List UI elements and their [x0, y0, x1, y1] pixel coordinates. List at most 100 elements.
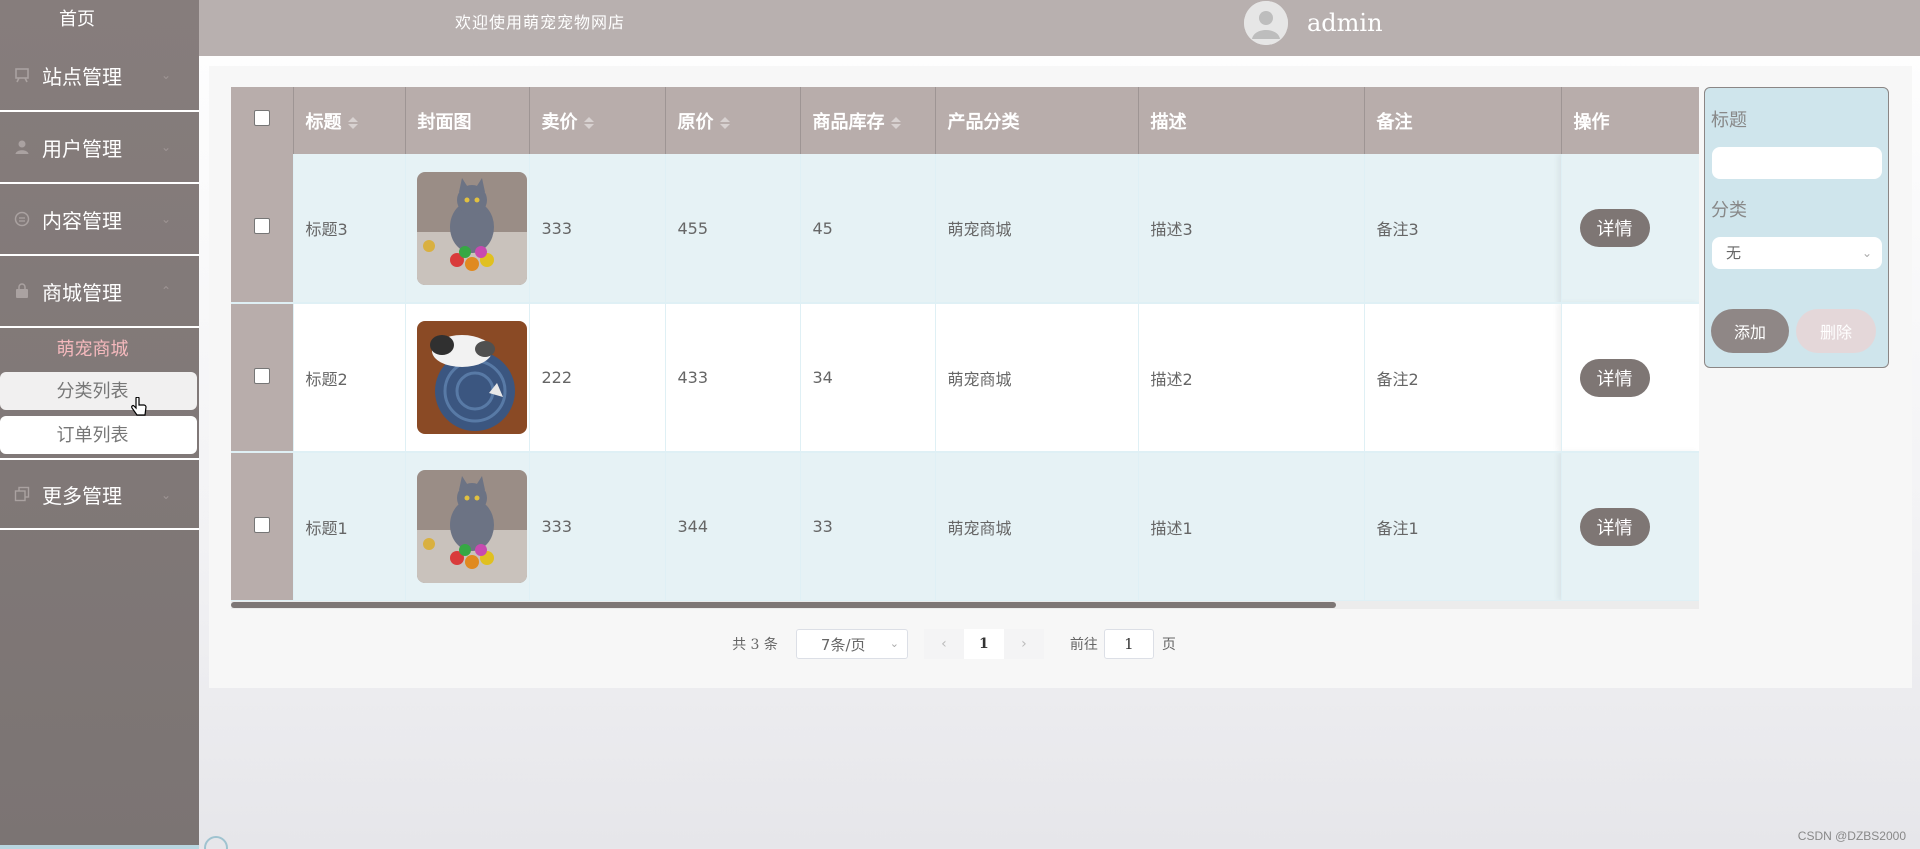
search-form-panel: 标题 分类 无 ⌄ 添加 删除	[1704, 87, 1889, 368]
cell-note: 备注2	[1364, 303, 1562, 453]
chevron-down-icon: ⌄	[160, 68, 171, 82]
sidebar-home[interactable]: 首页	[0, 0, 199, 40]
row-checkbox-cell	[231, 303, 294, 453]
sidebar-item-content[interactable]: 内容管理 ⌄	[0, 184, 199, 256]
column-header-description: 描述	[1138, 87, 1365, 154]
row-checkbox-cell	[231, 452, 294, 602]
column-header-stock[interactable]: 商品库存	[800, 87, 936, 154]
cell-title: 标题3	[293, 154, 406, 304]
cell-description: 描述3	[1138, 154, 1365, 304]
copy-icon	[14, 486, 30, 502]
sidebar-item-shop[interactable]: 商城管理 ⌃	[0, 256, 199, 328]
delete-button[interactable]: 删除	[1796, 309, 1876, 353]
table-row: 标题1 333 344 33 萌宠商城 描述1 备注1 详情	[231, 452, 1699, 602]
cell-actions: 详情	[1560, 303, 1699, 453]
column-header-price[interactable]: 卖价	[529, 87, 666, 154]
sidebar-item-label: 站点管理	[42, 64, 122, 89]
sidebar-item-label: 内容管理	[42, 208, 122, 233]
page-suffix: 页	[1161, 637, 1176, 653]
welcome-text: 欢迎使用萌宠宠物网店	[455, 13, 626, 32]
cell-price: 222	[529, 303, 666, 453]
sidebar-item-label: 用户管理	[42, 136, 122, 161]
cell-cover	[405, 452, 530, 602]
add-button[interactable]: 添加	[1711, 309, 1789, 353]
cell-cover	[405, 154, 530, 304]
sidebar-item-site[interactable]: 站点管理 ⌄	[0, 40, 199, 112]
chevron-down-icon: ⌄	[160, 488, 171, 502]
select-all-checkbox-cell	[231, 87, 294, 154]
horizontal-scrollbar[interactable]	[231, 601, 1699, 609]
user-icon	[14, 139, 30, 155]
sort-icon[interactable]	[583, 116, 594, 129]
scrollbar-thumb[interactable]	[231, 602, 1336, 608]
floating-circle	[204, 836, 228, 849]
cover-image-cat-on-bed[interactable]	[416, 321, 527, 434]
select-all-checkbox[interactable]	[253, 110, 270, 126]
column-header-category: 产品分类	[935, 87, 1139, 154]
cell-actions: 详情	[1560, 452, 1699, 602]
cell-category: 萌宠商城	[935, 303, 1139, 453]
chevron-up-icon: ⌃	[160, 284, 171, 298]
detail-button[interactable]: 详情	[1579, 209, 1650, 247]
total-count: 共 3 条	[732, 637, 778, 653]
cell-stock: 34	[800, 303, 936, 453]
sort-icon[interactable]	[890, 116, 901, 129]
user-avatar-icon	[1244, 1, 1288, 45]
goto-page: 前往 1 页	[1070, 629, 1176, 659]
submenu-title[interactable]: 萌宠商城	[0, 328, 199, 368]
row-checkbox[interactable]	[253, 218, 270, 234]
avatar[interactable]	[1244, 1, 1288, 45]
product-table: 标题 封面图 卖价 原价 商品库存 产品分类 描述 备注 操作 标题3 333 …	[231, 87, 1699, 608]
page-number-current[interactable]: 1	[963, 629, 1004, 659]
row-checkbox[interactable]	[253, 516, 270, 533]
chevron-down-icon: ⌄	[1861, 246, 1872, 260]
table-row: 标题3 333 455 45 萌宠商城 描述3 备注3 详情	[231, 154, 1699, 304]
goto-page-input[interactable]: 1	[1103, 629, 1154, 659]
cover-image-gray-cat[interactable]	[416, 470, 527, 583]
row-checkbox[interactable]	[253, 367, 270, 384]
category-select[interactable]: 无 ⌄	[1712, 237, 1882, 269]
title-input[interactable]	[1712, 147, 1882, 179]
goto-label: 前往	[1069, 637, 1098, 653]
column-header-title[interactable]: 标题	[293, 87, 406, 154]
top-header: 欢迎使用萌宠宠物网店 admin	[199, 0, 1920, 56]
cell-price: 333	[529, 154, 666, 304]
submenu-item-category-list[interactable]: 分类列表	[0, 372, 197, 410]
sort-icon[interactable]	[347, 116, 358, 129]
chevron-down-icon: ⌄	[889, 637, 899, 650]
prev-page-button[interactable]: ‹	[924, 629, 964, 659]
cell-category: 萌宠商城	[935, 154, 1139, 304]
chevron-down-icon: ⌄	[160, 212, 171, 226]
watermark: CSDN @DZBS2000	[1797, 829, 1906, 843]
detail-button[interactable]: 详情	[1579, 507, 1650, 546]
cell-description: 描述2	[1138, 303, 1365, 453]
next-page-button[interactable]: ›	[1004, 629, 1044, 659]
chat-icon	[14, 211, 30, 227]
cell-note: 备注1	[1364, 452, 1562, 602]
sidebar-item-users[interactable]: 用户管理 ⌄	[0, 112, 199, 184]
cell-description: 描述1	[1138, 452, 1365, 602]
sidebar-item-more[interactable]: 更多管理 ⌄	[0, 458, 199, 530]
bag-icon	[14, 283, 30, 299]
cell-price: 333	[529, 452, 666, 602]
cell-title: 标题1	[293, 452, 406, 602]
cell-actions: 详情	[1560, 154, 1699, 304]
pagination: 共 3 条 7条/页 ⌄ ‹ 1 › 前往 1 页	[209, 628, 1699, 660]
table-row: 标题2 222 433 34 萌宠商城 描述2 备注2 详情	[231, 303, 1699, 453]
cell-title: 标题2	[293, 303, 406, 453]
sort-icon[interactable]	[719, 116, 730, 129]
column-header-original-price[interactable]: 原价	[665, 87, 801, 154]
category-label: 分类	[1711, 200, 1747, 221]
column-header-note: 备注	[1364, 87, 1562, 154]
cell-stock: 45	[800, 154, 936, 304]
cover-image-gray-cat[interactable]	[416, 171, 527, 285]
submenu-item-order-list[interactable]: 订单列表	[0, 416, 197, 454]
hand-cursor-icon	[131, 397, 147, 416]
username[interactable]: admin	[1307, 0, 1383, 46]
chevron-down-icon: ⌄	[160, 140, 171, 154]
cell-note: 备注3	[1364, 154, 1562, 304]
page-size-select[interactable]: 7条/页 ⌄	[795, 629, 908, 659]
row-checkbox-cell	[231, 154, 294, 304]
sidebar-item-label: 更多管理	[42, 483, 122, 508]
detail-button[interactable]: 详情	[1579, 358, 1650, 397]
